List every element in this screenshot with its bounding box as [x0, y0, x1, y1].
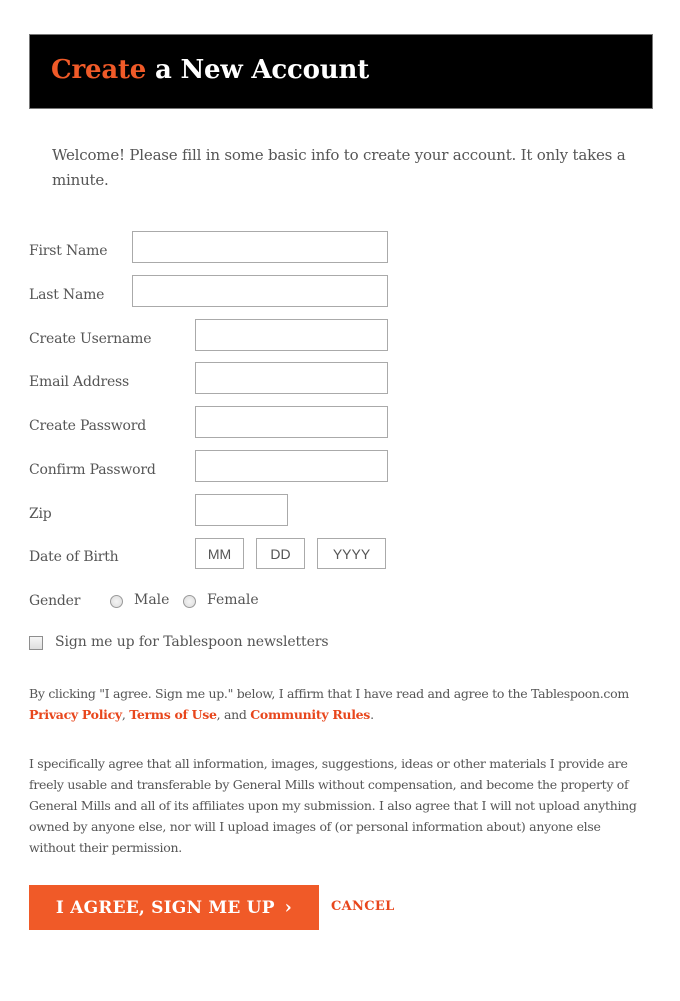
last-name-input[interactable] — [132, 275, 388, 307]
agreement-suffix: . — [370, 707, 374, 722]
terms-of-use-link[interactable]: Terms of Use — [129, 707, 217, 722]
community-rules-link[interactable]: Community Rules — [250, 707, 370, 722]
username-label: Create Username — [29, 331, 152, 347]
dob-year-input[interactable] — [317, 538, 386, 569]
password-label: Create Password — [29, 418, 146, 434]
first-name-label: First Name — [29, 243, 108, 259]
page-header: Create a New Account — [29, 34, 653, 109]
confirm-password-label: Confirm Password — [29, 462, 156, 478]
first-name-input[interactable] — [132, 231, 388, 263]
dob-month-input[interactable] — [195, 538, 244, 569]
sign-up-button[interactable]: I AGREE, SIGN ME UP › — [29, 885, 319, 930]
privacy-policy-link[interactable]: Privacy Policy — [29, 707, 122, 722]
gender-female-label[interactable]: Female — [207, 592, 259, 608]
last-name-label: Last Name — [29, 287, 105, 303]
agreement-text: By clicking "I agree. Sign me up." below… — [29, 683, 639, 725]
gender-label: Gender — [29, 593, 81, 609]
gender-male-radio[interactable] — [110, 595, 123, 608]
password-input[interactable] — [195, 406, 388, 438]
separator: , and — [216, 707, 251, 722]
agreement-prefix: By clicking "I agree. Sign me up." below… — [29, 686, 629, 701]
gender-male-label[interactable]: Male — [134, 592, 169, 608]
zip-input[interactable] — [195, 494, 288, 526]
dob-label: Date of Birth — [29, 549, 119, 565]
username-input[interactable] — [195, 319, 388, 351]
specific-agreement-text: I specifically agree that all informatio… — [29, 756, 637, 855]
newsletter-label[interactable]: Sign me up for Tablespoon newsletters — [55, 634, 329, 650]
dob-day-input[interactable] — [256, 538, 305, 569]
page-title-accent: Create — [51, 55, 147, 85]
welcome-text: Welcome! Please fill in some basic info … — [52, 146, 626, 189]
chevron-right-icon: › — [284, 897, 293, 918]
email-input[interactable] — [195, 362, 388, 394]
page-title-rest: a New Account — [146, 55, 370, 85]
email-label: Email Address — [29, 374, 130, 390]
sign-up-button-label: I AGREE, SIGN ME UP — [55, 897, 275, 918]
newsletter-checkbox[interactable] — [29, 636, 43, 650]
gender-female-radio[interactable] — [183, 595, 196, 608]
cancel-link[interactable]: CANCEL — [331, 899, 395, 914]
zip-label: Zip — [29, 506, 52, 522]
confirm-password-input[interactable] — [195, 450, 388, 482]
page-title: Create a New Account — [51, 55, 369, 85]
